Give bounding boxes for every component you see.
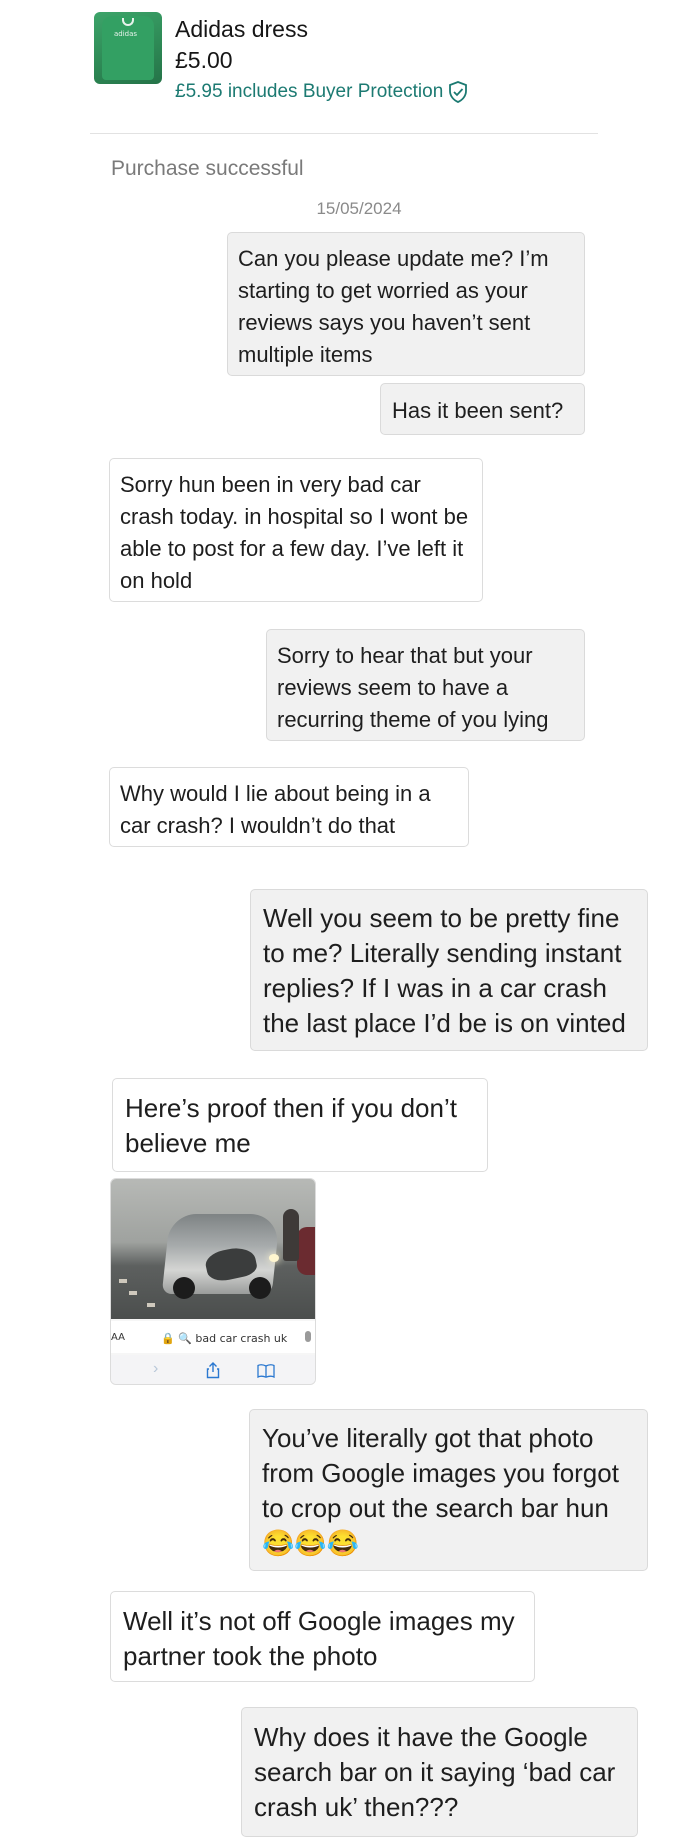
message-outgoing: Can you please update me? I’m starting t… [227,232,585,376]
header-divider [90,133,598,134]
mic-icon [305,1331,311,1342]
debris [147,1303,155,1307]
item-title[interactable]: Adidas dress [175,16,308,43]
shield-check-icon [449,81,468,103]
order-status: Purchase successful [111,157,304,180]
car-crash-photo [111,1179,315,1319]
item-price: £5.00 [175,47,233,73]
message-incoming: Why would I lie about being in a car cra… [109,767,469,847]
browser-toolbar: › [111,1355,315,1384]
text-size-label: AA [111,1332,125,1343]
buyer-protection-text: £5.95 includes Buyer Protection [175,81,444,102]
thumb-brand-text: adidas [114,30,138,38]
debris [129,1291,137,1295]
wheel [249,1277,271,1299]
buyer-protection-link[interactable]: £5.95 includes Buyer Protection [175,81,468,103]
bookmarks-icon [257,1364,275,1378]
bystander [283,1209,299,1261]
debris [119,1279,127,1283]
message-outgoing: You’ve literally got that photo from Goo… [249,1409,648,1571]
headlight [269,1254,279,1262]
forward-icon: › [153,1360,159,1377]
message-outgoing: Sorry to hear that but your reviews seem… [266,629,585,741]
date-separator: 15/05/2024 [316,199,402,218]
item-thumbnail[interactable]: adidas [94,12,162,84]
share-icon [206,1362,220,1379]
wheel [173,1277,195,1299]
message-outgoing: Why does it have the Google search bar o… [241,1707,638,1837]
message-incoming: Well it’s not off Google images my partn… [110,1591,535,1682]
message-incoming: Sorry hun been in very bad car crash tod… [109,458,483,602]
message-outgoing: Has it been sent? [380,383,585,435]
message-incoming: Here’s proof then if you don’t believe m… [112,1078,488,1172]
photo-attachment[interactable]: AA 🔒 🔍 bad car crash uk › [110,1178,316,1385]
message-outgoing: Well you seem to be pretty fine to me? L… [250,889,648,1051]
browser-address-bar: AA 🔒 🔍 bad car crash uk [111,1321,315,1353]
search-query-text: 🔒 🔍 bad car crash uk [161,1332,288,1345]
background-car [297,1227,315,1275]
